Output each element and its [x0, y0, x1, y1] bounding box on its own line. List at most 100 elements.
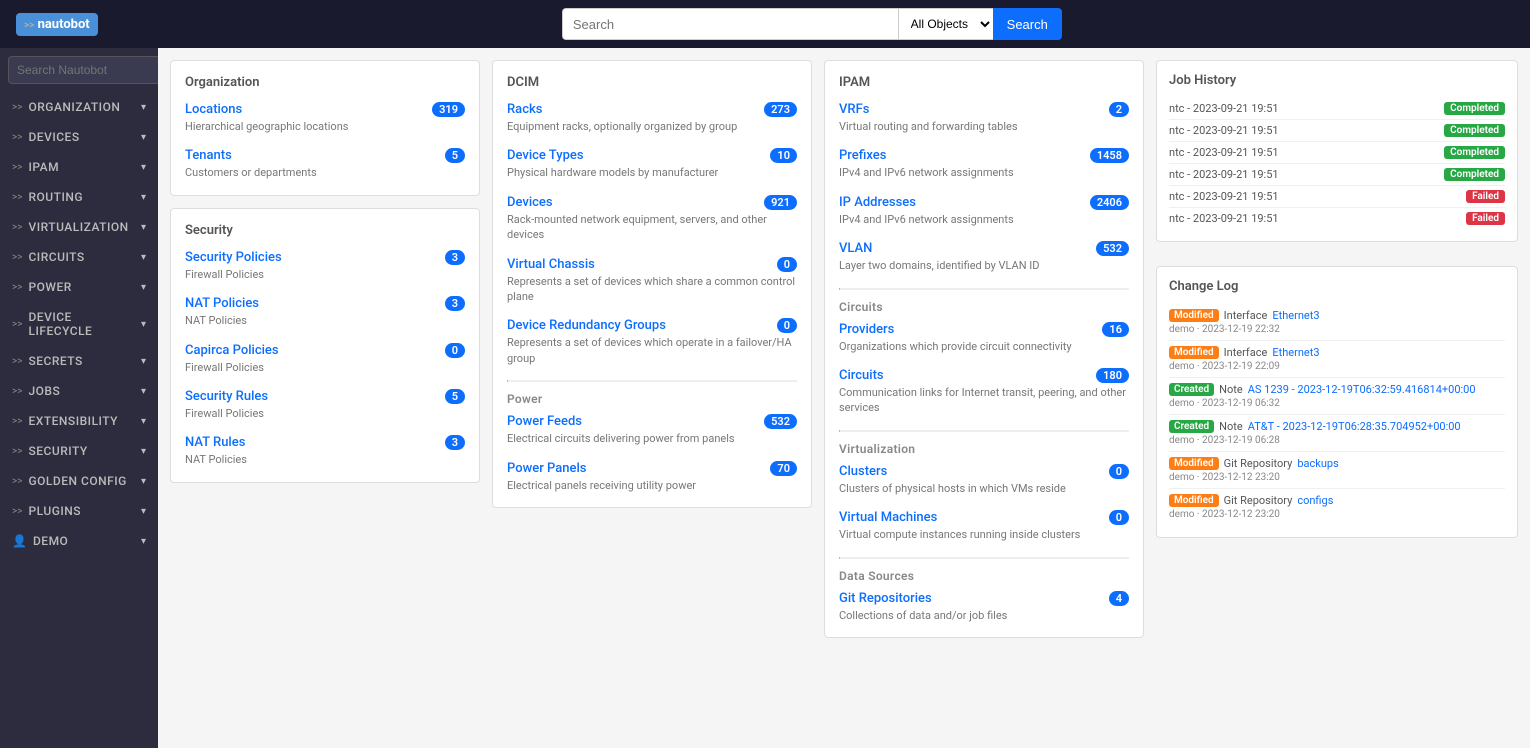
sidebar-item-virtualization[interactable]: >>VIRTUALIZATION▾ [0, 212, 158, 242]
power-feeds-link[interactable]: Power Feeds [507, 414, 582, 429]
changelog-link-2[interactable]: AS 1239 - 2023-12-19T06:32:59.416814+00:… [1248, 383, 1476, 396]
circuits-link[interactable]: Circuits [839, 368, 884, 383]
tenants-desc: Customers or departments [185, 165, 465, 180]
job-item-4: ntc - 2023-09-21 19:51 Failed [1169, 186, 1505, 208]
providers-link[interactable]: Providers [839, 322, 894, 337]
sidebar-item-organization[interactable]: >>ORGANIZATION▾ [0, 92, 158, 122]
tenants-link[interactable]: Tenants [185, 148, 232, 163]
device-types-card: Device Types 10 Physical hardware models… [507, 148, 797, 180]
vlan-badge: 532 [1096, 241, 1129, 256]
job-status-3: Completed [1444, 168, 1505, 181]
virtual-machines-card: Virtual Machines 0 Virtual compute insta… [839, 510, 1129, 542]
tenants-badge: 5 [445, 148, 465, 163]
job-item-5: ntc - 2023-09-21 19:51 Failed [1169, 208, 1505, 229]
job-history-title: Job History [1169, 73, 1505, 88]
ip-addresses-badge: 2406 [1090, 195, 1129, 210]
job-status-5: Failed [1466, 212, 1505, 225]
clusters-badge: 0 [1109, 464, 1129, 479]
sidebar-item-routing[interactable]: >>ROUTING▾ [0, 182, 158, 212]
virtual-chassis-desc: Represents a set of devices which share … [507, 274, 797, 305]
power-panels-link[interactable]: Power Panels [507, 461, 586, 476]
racks-link[interactable]: Racks [507, 102, 542, 117]
sidebar-item-device-lifecycle[interactable]: >>DEVICE LIFECYCLE▾ [0, 302, 158, 346]
nat-rules-badge: 3 [445, 435, 465, 450]
locations-desc: Hierarchical geographic locations [185, 119, 465, 134]
device-redundancy-link[interactable]: Device Redundancy Groups [507, 318, 666, 333]
locations-link[interactable]: Locations [185, 102, 242, 117]
arrow-down-icon: ▾ [141, 386, 146, 397]
chevron-icon: >> [12, 416, 22, 427]
job-history-section: Job History ntc - 2023-09-21 19:51 Compl… [1156, 60, 1518, 242]
vrfs-link[interactable]: VRFs [839, 102, 869, 117]
vrfs-badge: 2 [1109, 102, 1129, 117]
arrow-down-icon: ▾ [141, 536, 146, 547]
nat-policies-badge: 3 [445, 296, 465, 311]
chevron-icon: >> [12, 386, 22, 397]
ip-addresses-link[interactable]: IP Addresses [839, 195, 916, 210]
changelog-meta-1: demo · 2023-12-19 22:09 [1169, 361, 1505, 372]
ipam-column: IPAM VRFs 2 Virtual routing and forwardi… [824, 60, 1144, 736]
sidebar-item-secrets[interactable]: >>SECRETS▾ [0, 346, 158, 376]
prefixes-link[interactable]: Prefixes [839, 148, 886, 163]
virtual-machines-badge: 0 [1109, 510, 1129, 525]
nat-rules-link[interactable]: NAT Rules [185, 435, 245, 450]
racks-desc: Equipment racks, optionally organized by… [507, 119, 797, 134]
capirca-policies-card: Capirca Policies 0 Firewall Policies [185, 343, 465, 375]
sidebar-item-golden-config[interactable]: >>GOLDEN CONFIG▾ [0, 466, 158, 496]
arrow-down-icon: ▾ [141, 102, 146, 113]
changelog-type-1: Interface [1224, 346, 1268, 359]
device-redundancy-desc: Represents a set of devices which operat… [507, 335, 797, 366]
sidebar-item-circuits[interactable]: >>CIRCUITS▾ [0, 242, 158, 272]
sidebar-item-devices[interactable]: >>DEVICES▾ [0, 122, 158, 152]
topbar: >> nautobot All Objects Search [0, 0, 1530, 48]
arrow-down-icon: ▾ [141, 476, 146, 487]
security-policies-link[interactable]: Security Policies [185, 250, 282, 265]
sidebar-item-demo[interactable]: 👤DEMO▾ [0, 526, 158, 556]
changelog-link-5[interactable]: configs [1297, 494, 1333, 507]
security-rules-link[interactable]: Security Rules [185, 389, 268, 404]
changelog-link-3[interactable]: AT&T - 2023-12-19T06:28:35.704952+00:00 [1248, 420, 1461, 433]
sidebar-item-extensibility[interactable]: >>EXTENSIBILITY▾ [0, 406, 158, 436]
changelog-type-5: Git Repository [1224, 494, 1293, 507]
job-item-1: ntc - 2023-09-21 19:51 Completed [1169, 120, 1505, 142]
top-search-select[interactable]: All Objects [898, 8, 993, 40]
nat-rules-card: NAT Rules 3 NAT Policies [185, 435, 465, 467]
chevron-icon: >> [12, 476, 22, 487]
sidebar-item-plugins[interactable]: >>PLUGINS▾ [0, 496, 158, 526]
device-types-link[interactable]: Device Types [507, 148, 584, 163]
job-status-1: Completed [1444, 124, 1505, 137]
arrow-down-icon: ▾ [141, 416, 146, 427]
arrow-down-icon: ▾ [141, 446, 146, 457]
security-section-title: Security [185, 223, 465, 238]
nat-policies-link[interactable]: NAT Policies [185, 296, 259, 311]
sidebar-item-ipam[interactable]: >>IPAM▾ [0, 152, 158, 182]
changelog-link-0[interactable]: Ethernet3 [1272, 309, 1319, 322]
top-search-button[interactable]: Search [993, 8, 1062, 40]
virtual-chassis-link[interactable]: Virtual Chassis [507, 257, 595, 272]
devices-link[interactable]: Devices [507, 195, 553, 210]
security-rules-card: Security Rules 5 Firewall Policies [185, 389, 465, 421]
sidebar-item-power[interactable]: >>POWER▾ [0, 272, 158, 302]
changelog-link-4[interactable]: backups [1297, 457, 1338, 470]
racks-badge: 273 [764, 102, 797, 117]
ip-addresses-card: IP Addresses 2406 IPv4 and IPv6 network … [839, 195, 1129, 227]
circuits-card: Circuits 180 Communication links for Int… [839, 368, 1129, 416]
vlan-link[interactable]: VLAN [839, 241, 872, 256]
sidebar-search-input[interactable] [8, 56, 158, 84]
security-policies-badge: 3 [445, 250, 465, 265]
virtual-machines-link[interactable]: Virtual Machines [839, 510, 937, 525]
power-panels-card: Power Panels 70 Electrical panels receiv… [507, 461, 797, 493]
capirca-policies-link[interactable]: Capirca Policies [185, 343, 279, 358]
chevron-icon: >> [12, 222, 22, 233]
power-feeds-card: Power Feeds 532 Electrical circuits deli… [507, 414, 797, 446]
changelog-meta-3: demo · 2023-12-19 06:28 [1169, 435, 1505, 446]
git-repositories-link[interactable]: Git Repositories [839, 591, 932, 606]
changelog-type-3: Note [1219, 420, 1243, 433]
clusters-link[interactable]: Clusters [839, 464, 887, 479]
changelog-link-1[interactable]: Ethernet3 [1272, 346, 1319, 359]
security-rules-desc: Firewall Policies [185, 406, 465, 421]
vrfs-card: VRFs 2 Virtual routing and forwarding ta… [839, 102, 1129, 134]
sidebar-item-jobs[interactable]: >>JOBS▾ [0, 376, 158, 406]
top-search-input[interactable] [562, 8, 898, 40]
sidebar-item-security[interactable]: >>SECURITY▾ [0, 436, 158, 466]
